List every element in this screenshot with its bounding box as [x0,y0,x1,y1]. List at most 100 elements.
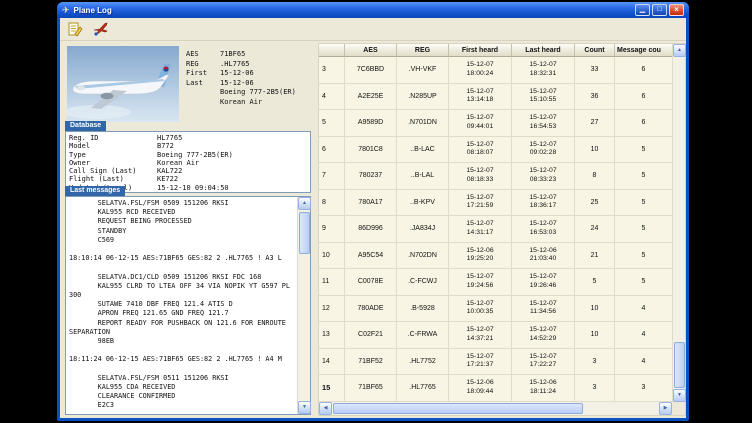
aes-value: 71BF52 [345,349,397,376]
last-heard-value: 15-12-0719:26:46 [512,269,575,296]
column-header-first-heard[interactable]: First heard [449,44,512,57]
time-line: 08:33:23 [530,176,556,185]
table-row[interactable]: 37C6BBD.VH-VKF15-12-0718:00:2415-12-0718… [319,57,673,84]
reg-value: .HL7752 [397,349,449,376]
messages-scroll-thumb[interactable] [299,212,310,254]
minimize-button[interactable]: ▁ [635,4,650,16]
column-header-count[interactable]: Count [575,44,615,57]
scrollbar-corner [672,402,685,415]
time-line: 14:37:21 [467,335,493,344]
messages-scroll-up-button[interactable]: ▲ [298,197,311,210]
summary-field-label: AES [186,50,220,60]
table-row[interactable]: 12780ADE.B-592815-12-0710:00:3515-12-071… [319,296,673,323]
count-value: 3 [575,375,615,402]
message-count-value: 6 [615,57,673,84]
date-line: 15-12-07 [466,61,493,70]
count-value: 3 [575,349,615,376]
table-row[interactable]: 67801C8..B-LAC15-12-0708:18:0715-12-0709… [319,137,673,164]
table-vertical-scrollbar[interactable]: ▲ ▼ [672,44,685,402]
table-row[interactable]: 7780237..B-LAL15-12-0708:18:3315-12-0708… [319,163,673,190]
aes-value: 780ADE [345,296,397,323]
time-line: 16:54:53 [530,123,556,132]
row-number: 14 [319,349,345,376]
last-heard-value: 15-12-0715:10:55 [512,84,575,111]
message-count-value: 6 [615,110,673,137]
down-arrow-icon: ▼ [677,393,682,398]
first-heard-value: 15-12-0714:37:21 [449,322,512,349]
summary-field-label [186,88,220,98]
row-number: 4 [319,84,345,111]
row-number: 9 [319,216,345,243]
messages-text[interactable]: SELATVA.FSL/FSM 0509 151206 RKSI KAL955 … [69,199,295,412]
time-line: 13:14:18 [467,96,493,105]
window-title: Plane Log [74,6,635,15]
reg-value: ..B-LAL [397,163,449,190]
table-row[interactable]: 1471BF52.HL775215-12-0717:21:3715-12-071… [319,349,673,376]
message-count-value: 6 [615,84,673,111]
table-scroll-up-button[interactable]: ▲ [673,44,686,57]
row-number: 8 [319,190,345,217]
aircraft-button[interactable] [90,19,111,39]
table-row[interactable]: 10A95C54.N702DN15-12-0619:25:2015-12-062… [319,243,673,270]
database-fields: Reg. IDHL7765ModelB772TypeBoeing 777-2B5… [69,134,307,192]
aes-value: 780A17 [345,190,397,217]
reg-value: ..B-LAC [397,137,449,164]
table-scroll-right-button[interactable]: ▶ [659,402,672,415]
table-vertical-scroll-thumb[interactable] [674,342,685,388]
count-value: 8 [575,163,615,190]
db-field-value: Boeing 777-2B5(ER) [157,151,307,159]
titlebar[interactable]: ✈ Plane Log ▁ □ × [57,2,689,18]
column-header-last-heard[interactable]: Last heard [512,44,575,57]
table-scroll-down-button[interactable]: ▼ [673,389,686,402]
date-line: 15-12-07 [529,220,556,229]
table-row[interactable]: 986D996.JA834J15-12-0714:31:1715-12-0716… [319,216,673,243]
summary-field-label: Last [186,79,220,89]
table-row[interactable]: 11C0078E.C-FCWJ15-12-0719:24:5615-12-071… [319,269,673,296]
table-horizontal-scrollbar[interactable]: ◀ ▶ [319,402,672,415]
column-header-aes[interactable]: AES [345,44,397,57]
message-count-value: 5 [615,216,673,243]
time-line: 09:44:01 [467,123,493,132]
last-heard-value: 15-12-0621:03:40 [512,243,575,270]
table-horizontal-scroll-thumb[interactable] [333,403,583,414]
column-header-rownum[interactable] [319,44,345,57]
table-row[interactable]: 13C02F21.C-FRWA15-12-0714:37:2115-12-071… [319,322,673,349]
aes-value: 7C6BBD [345,57,397,84]
aes-value: C0078E [345,269,397,296]
table-body: 37C6BBD.VH-VKF15-12-0718:00:2415-12-0718… [319,57,673,402]
row-number: 15 [319,375,345,402]
message-count-value: 5 [615,269,673,296]
reg-value: ..B-KPV [397,190,449,217]
row-number: 13 [319,322,345,349]
column-header-reg[interactable]: REG [397,44,449,57]
aes-value: 780237 [345,163,397,190]
first-heard-value: 15-12-0718:00:24 [449,57,512,84]
aes-value: C02F21 [345,322,397,349]
client-area: AES71BF65REG.HL7765First15-12-06Last15-1… [60,42,686,418]
messages-scroll-down-button[interactable]: ▼ [298,401,311,414]
table-row[interactable]: 4A2E25E.N285UP15-12-0713:14:1815-12-0715… [319,84,673,111]
message-count-value: 5 [615,137,673,164]
close-button[interactable]: × [669,4,684,16]
count-value: 10 [575,322,615,349]
date-line: 15-12-07 [529,353,556,362]
table-row[interactable]: 1571BF65.HL776515-12-0618:09:4415-12-061… [319,375,673,402]
time-line: 17:21:59 [467,202,493,211]
time-line: 14:31:17 [467,229,493,238]
reg-value: .C-FCWJ [397,269,449,296]
open-log-button[interactable] [64,19,85,39]
messages-scrollbar[interactable]: ▲ ▼ [297,197,310,414]
column-header-message-cou[interactable]: Message cou [615,44,673,57]
date-line: 15-12-07 [529,194,556,203]
table-scroll-left-button[interactable]: ◀ [319,402,332,415]
summary-field-label: REG [186,60,220,70]
maximize-button[interactable]: □ [652,4,667,16]
table-row[interactable]: 5A9589D.N701DN15-12-0709:44:0115-12-0716… [319,110,673,137]
first-heard-value: 15-12-0618:09:44 [449,375,512,402]
first-heard-value: 15-12-0719:24:56 [449,269,512,296]
db-field-label: Call Sign (Last) [69,167,157,175]
table-row[interactable]: 8780A17..B-KPV15-12-0717:21:5915-12-0718… [319,190,673,217]
time-line: 17:21:37 [467,361,493,370]
first-heard-value: 15-12-0717:21:37 [449,349,512,376]
db-field-value: KE722 [157,175,307,183]
